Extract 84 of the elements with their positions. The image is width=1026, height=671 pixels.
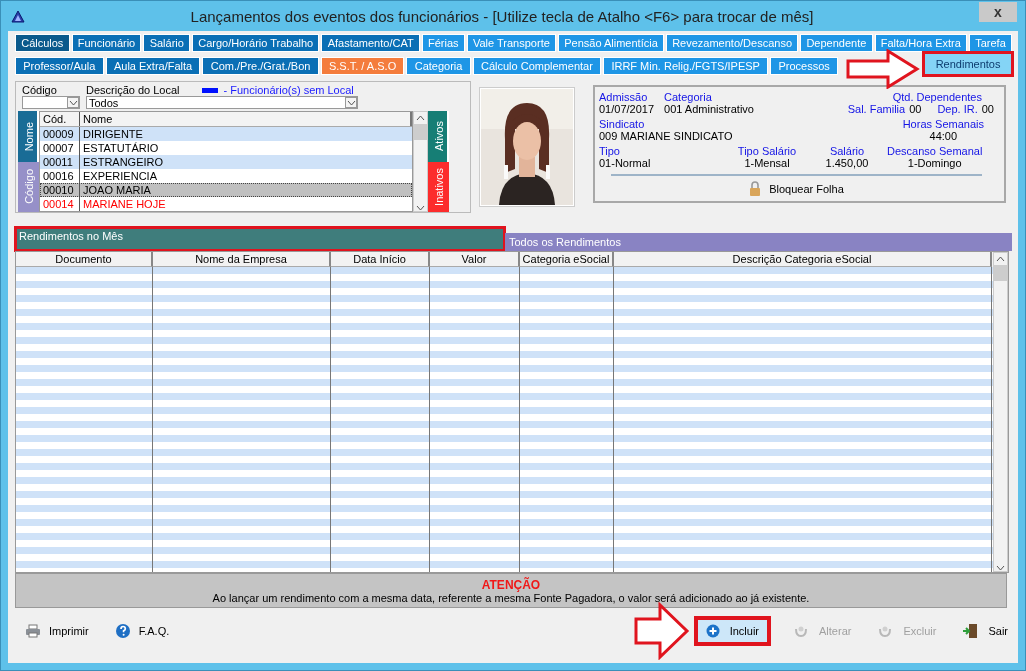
- section-tab[interactable]: Cálculo Complementar: [472, 57, 602, 75]
- section-tab[interactable]: Tarefa: [969, 34, 1012, 52]
- field-label: Sindicato: [599, 118, 646, 130]
- printer-icon: [25, 624, 41, 638]
- section-tab[interactable]: Dependente: [800, 34, 873, 52]
- notice-title: ATENÇÃO: [481, 577, 541, 592]
- status-tab[interactable]: Ativos: [428, 111, 449, 162]
- field-value: 1-Domingo: [907, 157, 962, 169]
- plus-icon: [705, 624, 720, 638]
- field-label: Admissão: [599, 91, 649, 103]
- section-tab[interactable]: Cargo/Horário Trabalho: [192, 34, 320, 52]
- legend-text: - Funcionário(s) sem Local: [223, 84, 354, 96]
- section-tab[interactable]: Com./Pre./Grat./Bon: [202, 57, 319, 75]
- section-tab[interactable]: Categoria: [406, 57, 471, 75]
- help-button[interactable]: F.A.Q.: [110, 620, 174, 642]
- help-icon: [114, 623, 131, 639]
- field-value: 01/07/2017: [599, 103, 655, 115]
- location-dropdown[interactable]: Todos: [86, 96, 358, 109]
- scrollbar[interactable]: [993, 252, 1008, 572]
- section-tab[interactable]: Funcionário: [71, 34, 142, 52]
- caret-icon: [346, 99, 356, 106]
- sub-tab[interactable]: Todos os Rendimentos: [505, 233, 1012, 251]
- section-tab[interactable]: Rendimentos: [924, 53, 1013, 75]
- field-label: Categoria: [664, 91, 713, 103]
- notice-text: Ao lançar um rendimento com a mesma data, referente a mesma Fonte Pagadora, o valor será adicionado ao já existente.: [212, 591, 810, 604]
- field-value: 001 Administrativo: [664, 103, 754, 115]
- field-label: Sal. Familia: [847, 103, 906, 115]
- add-button[interactable]: Incluir: [693, 616, 771, 646]
- print-button[interactable]: Imprimir: [21, 621, 93, 641]
- field-value: 44:00: [929, 130, 958, 142]
- sort-tab[interactable]: Nome: [18, 111, 39, 162]
- section-tab[interactable]: Falta/Hora Extra: [874, 34, 968, 52]
- close-button[interactable]: x: [979, 2, 1017, 22]
- field-label: Horas Semanais: [902, 118, 984, 130]
- employee-row[interactable]: 00011 ESTRANGEIRO: [40, 155, 412, 169]
- scroll-up-icon[interactable]: [416, 115, 425, 121]
- scroll-down-icon[interactable]: [416, 205, 425, 211]
- section-tab[interactable]: IRRF Min. Relig./FGTS/IPESP: [603, 57, 769, 75]
- field-value: 009 MARIANE SINDICATO: [599, 130, 733, 142]
- section-tab[interactable]: Revezamento/Descanso: [665, 34, 799, 52]
- scroll-up-icon[interactable]: [996, 256, 1005, 262]
- employee-row[interactable]: 00014 MARIANE HOJE: [40, 197, 412, 211]
- status-tab[interactable]: Inativos: [428, 161, 449, 212]
- sub-tab[interactable]: Rendimentos no Mês: [15, 227, 505, 251]
- window-title: Lançamentos dos eventos dos funcionários - [Utilize tecla de Atalho <F6> para trocar de mês]: [189, 7, 815, 25]
- section-tab[interactable]: Professor/Aula: [15, 57, 104, 75]
- field-value: 1.450,00: [825, 157, 869, 169]
- lock-payroll-button[interactable]: Bloquear Folha: [769, 183, 844, 195]
- scroll-thumb[interactable]: [414, 124, 427, 140]
- app-logo-icon: [11, 9, 25, 23]
- scrollbar[interactable]: [413, 111, 428, 212]
- field-value: 00: [981, 103, 994, 115]
- column-header[interactable]: Cód.: [40, 112, 80, 126]
- field-label: Tipo Salário: [737, 145, 797, 157]
- section-tab[interactable]: Cálculos: [15, 34, 70, 52]
- field-label: Tipo: [599, 145, 621, 157]
- field-value: 00: [909, 103, 922, 115]
- scroll-down-icon[interactable]: [996, 565, 1005, 571]
- padlock-icon: [749, 181, 762, 197]
- field-label: Salário: [829, 145, 865, 157]
- exit-button[interactable]: Sair: [958, 620, 1012, 642]
- scroll-thumb[interactable]: [994, 265, 1007, 281]
- field-value: 1-Mensal: [744, 157, 790, 169]
- section-tab[interactable]: Aula Extra/Falta: [105, 57, 201, 75]
- section-tab[interactable]: Pensão Alimentícia: [558, 34, 664, 52]
- code-dropdown[interactable]: [22, 96, 80, 109]
- employee-row[interactable]: 00009 DIRIGENTE: [40, 127, 412, 141]
- location-label: Descrição do Local: [86, 84, 180, 96]
- section-tab[interactable]: S.S.T. / A.S.O: [320, 57, 405, 75]
- code-label: Código: [22, 84, 58, 96]
- caret-icon: [68, 99, 78, 106]
- field-label: Descanso Semanal: [887, 145, 983, 157]
- section-tab[interactable]: Férias: [421, 34, 465, 52]
- section-tab[interactable]: Processos: [770, 57, 839, 75]
- field-value: 01-Normal: [599, 157, 652, 169]
- employee-row[interactable]: 00010 JOAO MARIA: [40, 183, 412, 197]
- field-label: Dep. IR.: [937, 103, 978, 115]
- legend-swatch: [201, 87, 218, 93]
- exit-door-icon: [962, 623, 979, 639]
- section-tab[interactable]: Salário: [143, 34, 191, 52]
- field-label: Qtd. Dependentes: [892, 91, 982, 103]
- section-tab[interactable]: Vale Transporte: [466, 34, 556, 52]
- sort-tab[interactable]: Código: [18, 161, 39, 212]
- section-tab[interactable]: Afastamento/CAT: [321, 34, 420, 52]
